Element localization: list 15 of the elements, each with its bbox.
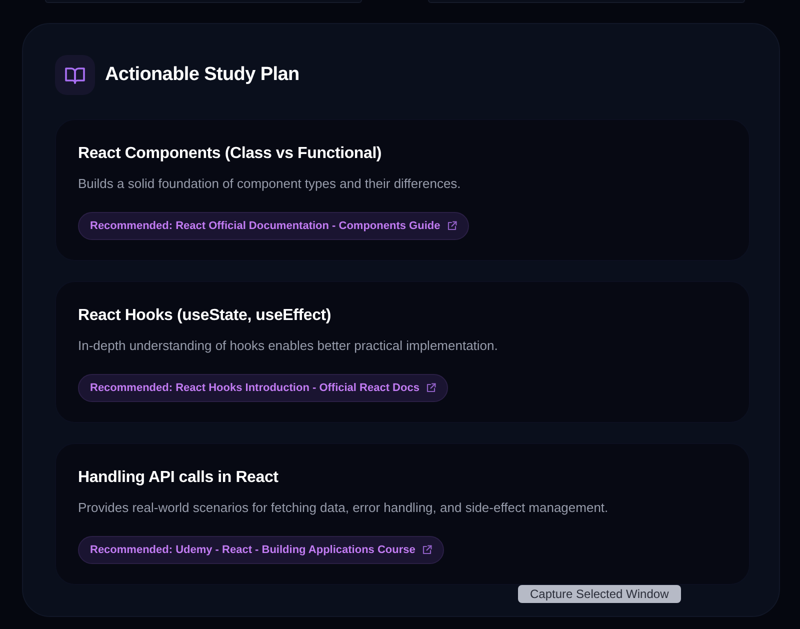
topic-description: In-depth understanding of hooks enables better practical implementation.	[78, 337, 499, 355]
external-link-icon	[426, 383, 436, 393]
resource-link[interactable]: Recommended: React Hooks Introduction - Official React Docs	[78, 374, 448, 402]
resource-link[interactable]: Recommended: Udemy - React - Building Applications Course	[78, 536, 444, 564]
topic-title: Handling API calls in React	[78, 468, 280, 488]
resource-link[interactable]: Recommended: React Official Documentation - Components Guide	[78, 212, 470, 240]
topic-title: React Components (Class vs Functional)	[78, 144, 383, 164]
external-link-icon	[422, 545, 432, 555]
tooltip: Capture Selected Window	[518, 585, 681, 603]
topic-description: Provides real-world scenarios for fetching data, error handling, and side-effect management.	[78, 499, 610, 517]
book-icon	[55, 55, 95, 95]
external-link-icon	[447, 221, 458, 231]
section-title: Actionable Study Plan	[105, 63, 300, 87]
topic-description: Builds a solid foundation of component types and their differences.	[78, 175, 462, 193]
topic-title: React Hooks (useState, useEffect)	[78, 306, 332, 326]
